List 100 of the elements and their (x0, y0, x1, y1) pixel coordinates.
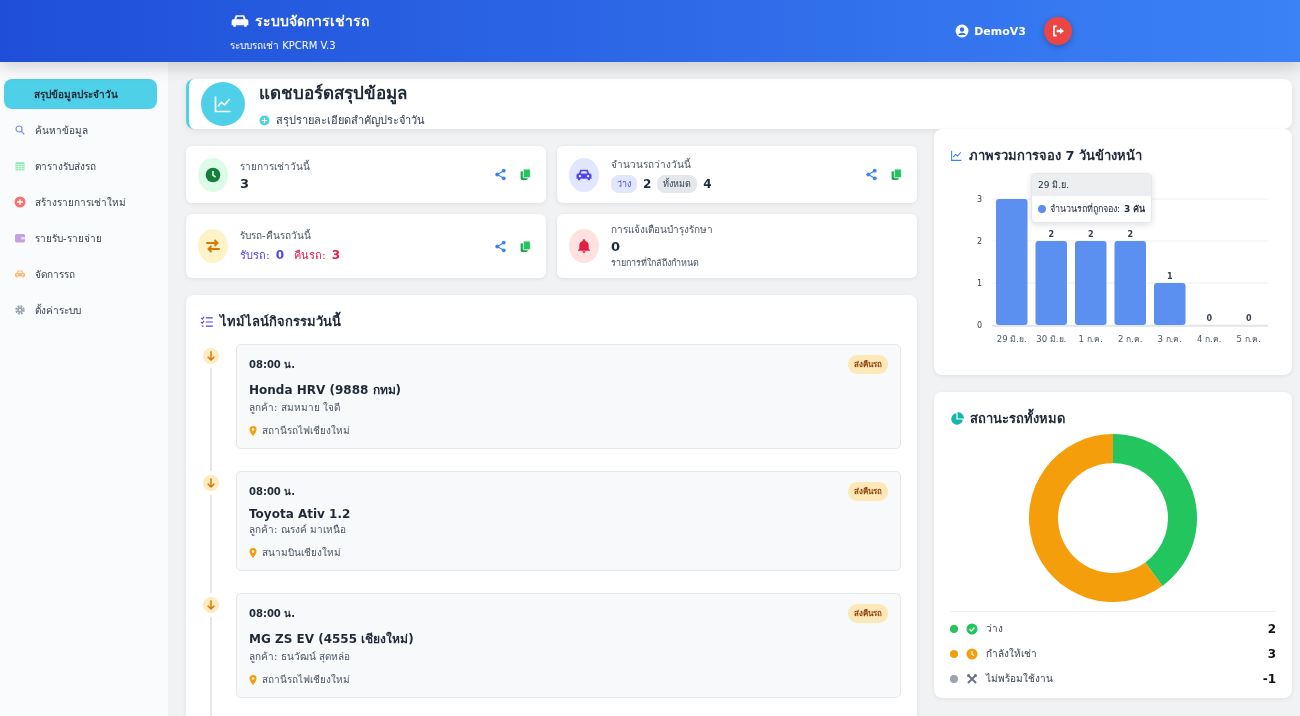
location-text: สนามบินเชียงใหม่ (262, 546, 341, 560)
y-tick-label: 0 (976, 321, 982, 330)
stat-value: 3 (240, 175, 251, 191)
stat-label: รายการเช่าวันนี้ (240, 158, 311, 174)
tools-icon (966, 672, 978, 685)
pickup-count: 0 (275, 248, 285, 262)
location-pin-icon (249, 674, 257, 685)
customer-name: ลูกค้า: ธนวัฒน์ สุดหล่อ (249, 650, 351, 664)
bar-value-label: 2 (1127, 230, 1134, 239)
status-label: กำลังให้เช่า (986, 647, 1037, 661)
y-tick-label: 2 (976, 237, 982, 246)
plus-circle-icon (259, 114, 270, 126)
sidebar-item[interactable]: จัดการรถ (4, 259, 157, 289)
line-chart-icon (950, 149, 963, 162)
app-subtitle: ระบบรถเช่า KPCRM V.3 (230, 38, 337, 53)
entry-time: 08:00 น. (249, 485, 296, 499)
search-icon (14, 124, 26, 136)
vehicle-name: MG ZS EV (4555 เชียงใหม่) (249, 630, 415, 648)
bar-value-label: 0 (1245, 314, 1252, 323)
entry-time: 08:00 น. (249, 607, 296, 621)
x-tick-label: 1 ก.ค. (1078, 334, 1103, 344)
bar-value-label: 2 (1087, 230, 1094, 239)
location-text: สถานีรถไฟเชียงใหม่ (262, 424, 350, 438)
y-tick-label: 1 (976, 279, 982, 288)
bell-icon (576, 238, 592, 254)
sidebar-item[interactable]: ค้นหาข้อมูล (4, 115, 157, 145)
sidebar-item[interactable]: รายรับ-รายจ่าย (4, 223, 157, 253)
return-label: คืนรถ: (294, 248, 326, 264)
stat-value: 0 (611, 239, 622, 254)
section-title: ไทม์ไลน์กิจกรรมวันนี้ (220, 311, 341, 332)
x-tick-label: 2 ก.ค. (1118, 334, 1143, 344)
logout-icon (1050, 23, 1066, 39)
status-badge: ส่งคืนรถ (848, 355, 888, 374)
car-icon (14, 268, 26, 280)
sidebar-item[interactable]: ตั้งค่าระบบ (4, 295, 157, 325)
bar-value-label: 0 (1206, 314, 1213, 323)
wallet-icon (14, 232, 26, 244)
pickup-label: รับรถ: (240, 248, 270, 264)
plus-circle-icon (14, 196, 26, 208)
stat-value: 2 (643, 176, 652, 191)
location-pin-icon (249, 425, 257, 436)
sidebar-item[interactable]: สร้างรายการเช่าใหม่ (4, 187, 157, 217)
clock-icon (205, 166, 221, 183)
bar-value-label: 2 (1048, 230, 1055, 239)
swap-arrows-icon (204, 237, 222, 255)
x-tick-label: 3 ก.ค. (1157, 334, 1182, 344)
status-tag: ว่าง (611, 174, 637, 193)
share-icon[interactable] (494, 239, 507, 253)
arrow-down-icon (203, 475, 219, 491)
share-icon[interactable] (494, 168, 507, 181)
line-chart-icon (213, 94, 233, 114)
calendar-icon (14, 160, 26, 172)
copy-icon[interactable] (519, 239, 532, 253)
sidebar-item[interactable]: สรุปข้อมูลประจำวัน (4, 79, 157, 109)
location-pin-icon (249, 547, 257, 558)
y-tick-label: 3 (976, 195, 982, 204)
status-badge: ส่งคืนรถ (848, 482, 888, 501)
location-text: สถานีรถไฟเชียงใหม่ (262, 673, 350, 687)
user-icon (955, 24, 970, 38)
chart-bar (1154, 283, 1186, 325)
copy-icon[interactable] (519, 168, 532, 181)
page-title: แดชบอร์ดสรุปข้อมูล (259, 82, 408, 106)
sidebar-item[interactable]: ตารางรับส่งรถ (4, 151, 157, 181)
status-count: 2 (1267, 621, 1276, 636)
tooltip-value: 3 คัน (1124, 203, 1146, 216)
status-label: ว่าง (986, 622, 1003, 636)
status-badge: ส่งคืนรถ (848, 604, 888, 623)
stat-label: รับรถ-คืนรถวันนี้ (240, 228, 312, 243)
pie-chart-icon (950, 411, 964, 426)
entry-time: 08:00 น. (249, 358, 296, 372)
share-icon[interactable] (865, 168, 878, 181)
status-count: 3 (1267, 646, 1276, 661)
vehicle-name: Honda HRV (9888 กทม) (249, 382, 402, 399)
status-tag: ทั้งหมด (657, 174, 698, 193)
customer-name: ลูกค้า: สมหมาย ใจดี (249, 401, 341, 415)
stat-note: รายการที่ใกล้ถึงกำหนด (611, 256, 700, 270)
chart-title: ภาพรวมการจอง 7 วันข้างหน้า (969, 147, 1143, 165)
stat-label: จำนวนรถว่างวันนี้ (611, 156, 692, 172)
logout-button[interactable] (1044, 17, 1072, 45)
copy-icon[interactable] (890, 168, 903, 181)
section-title: สถานะรถทั้งหมด (970, 408, 1065, 429)
check-circle-icon (966, 622, 978, 635)
arrow-down-icon (203, 597, 219, 613)
stat-label: การแจ้งเตือนบำรุงรักษา (611, 223, 714, 237)
tooltip-title: 29 มิ.ย. (1032, 174, 1152, 196)
vehicle-name: Toyota Ativ 1.2 (249, 507, 352, 521)
x-tick-label: 4 ก.ค. (1197, 334, 1222, 344)
x-tick-label: 29 มิ.ย. (996, 334, 1027, 344)
gear-icon (14, 304, 26, 316)
status-count: -1 (1262, 671, 1276, 686)
app-title: ระบบจัดการเช่ารถ (255, 11, 369, 31)
user-name: DemoV3 (974, 24, 1026, 38)
tooltip-label: จำนวนรถที่ถูกจอง: (1050, 202, 1121, 216)
page-subtitle: สรุปรายละเอียดสำคัญประจำวัน (276, 113, 425, 129)
legend-dot (1038, 205, 1046, 213)
return-count: 3 (331, 248, 341, 262)
x-tick-label: 5 ก.ค. (1236, 334, 1261, 344)
stat-value: 4 (703, 176, 712, 191)
task-list-icon (200, 314, 214, 329)
status-label: ไม่พร้อมใช้งาน (986, 672, 1053, 686)
